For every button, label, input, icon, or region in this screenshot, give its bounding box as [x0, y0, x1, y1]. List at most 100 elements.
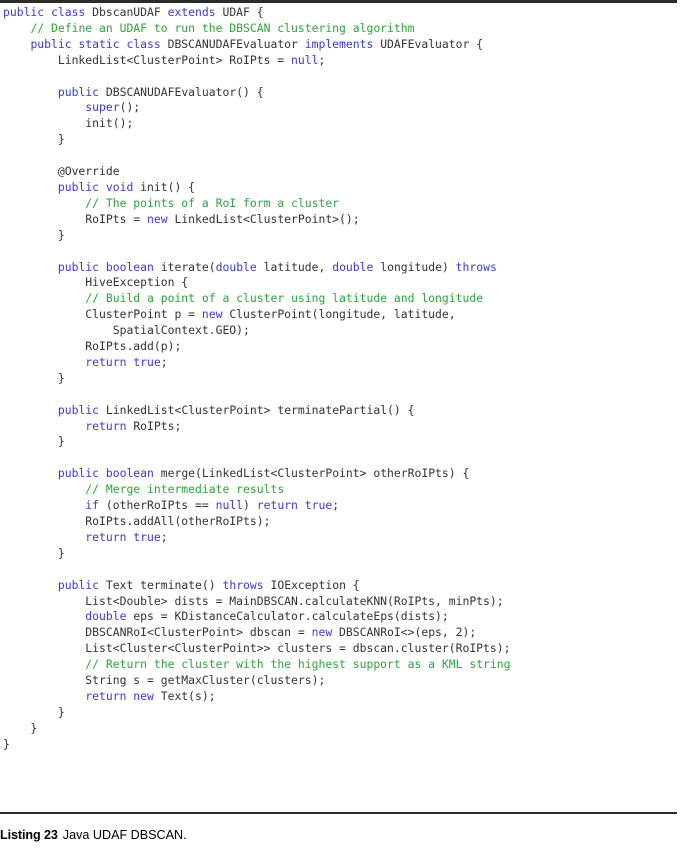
code-keyword: return true [256, 498, 333, 513]
code-keyword: new [201, 307, 230, 322]
code-line: RoIPts = new LinkedList<ClusterPoint>(); [3, 211, 360, 226]
code-line: super(); [3, 100, 140, 114]
code-line: } [3, 132, 65, 146]
listing-caption: Listing 23 Java UDAF DBSCAN. [0, 827, 677, 843]
code-line: } [3, 721, 37, 735]
code-keyword: if [85, 498, 106, 513]
code-line: public LinkedList<ClusterPoint> terminat… [3, 403, 415, 417]
code-line: // Define an UDAF to run the DBSCAN clus… [3, 21, 414, 35]
source-code: public class DbscanUDAF extends UDAF { /… [0, 3, 685, 753]
code-keyword: public boolean [57, 466, 161, 481]
code-line: } [3, 737, 10, 751]
code-text: (); [119, 100, 141, 115]
code-text: longitude) [380, 259, 456, 274]
code-text: latitude, [263, 259, 333, 274]
code-keyword: super [85, 100, 120, 115]
code-line: // Build a point of a cluster using lati… [3, 291, 483, 305]
code-line: String s = getMaxCluster(clusters); [3, 673, 325, 687]
code-text: List<Cluster<ClusterPoint>> clusters = d… [3, 641, 511, 656]
code-keyword: return new [85, 688, 161, 703]
code-text: ClusterPoint p = [3, 307, 202, 322]
code-text: List<Double> dists = MainDBSCAN.calculat… [3, 593, 504, 608]
code-line: public class DbscanUDAF extends UDAF { [3, 5, 264, 19]
code-text: RoIPts.add(p); [3, 339, 182, 354]
code-keyword: double [332, 259, 381, 274]
code-keyword: public void [57, 179, 141, 194]
code-comment: // Define an UDAF to run the DBSCAN clus… [30, 20, 415, 35]
code-line: } [3, 228, 65, 242]
code-keyword: extends [167, 5, 223, 19]
code-text: UDAF { [222, 5, 264, 19]
code-text: RoIPts = [3, 211, 148, 226]
code-line: } [3, 705, 65, 719]
code-text: SpatialContext.GEO); [3, 323, 250, 338]
code-text: (otherRoIPts == [105, 498, 216, 513]
code-text: eps = KDistanceCalculator.calculateEps(d… [133, 609, 449, 624]
code-text: DBSCANUDAFEvaluator() { [105, 84, 264, 99]
code-text: DbscanUDAF [92, 5, 168, 19]
code-text: DBSCANRoI<>(eps, 2); [339, 625, 477, 640]
code-text: } [3, 132, 65, 147]
code-line: RoIPts.addAll(otherRoIPts); [3, 514, 270, 528]
code-text: LinkedList<ClusterPoint>(); [174, 211, 360, 226]
code-line: if (otherRoIPts == null) return true; [3, 498, 339, 512]
code-text: init(); [3, 116, 134, 131]
code-line: @Override [3, 164, 120, 178]
code-keyword: implements [304, 36, 381, 51]
code-keyword: return [85, 418, 134, 433]
code-text: ; [318, 52, 326, 67]
code-text: LinkedList<ClusterPoint> terminatePartia… [105, 402, 415, 417]
code-line: return true; [3, 354, 168, 369]
code-text: ; [160, 354, 168, 369]
code-keyword: return true [85, 354, 161, 369]
code-line: // Return the cluster with the highest s… [3, 657, 510, 671]
code-line: double eps = KDistanceCalculator.calcula… [3, 609, 449, 624]
code-text: ClusterPoint(longitude, latitude, [229, 307, 456, 322]
code-text: ) [243, 498, 257, 513]
code-text: Text(s); [160, 688, 216, 703]
code-text: } [3, 704, 65, 719]
code-comment: // Build a point of a cluster using lati… [85, 291, 484, 306]
code-keyword: null [291, 52, 319, 67]
code-line: return new Text(s); [3, 688, 216, 703]
code-keyword: public class [3, 5, 93, 19]
code-keyword: public boolean [57, 259, 161, 274]
code-line: List<Double> dists = MainDBSCAN.calculat… [3, 593, 504, 608]
code-text: merge(LinkedList<ClusterPoint> otherRoIP… [160, 466, 470, 481]
listing-caption-text: Java UDAF DBSCAN. [62, 828, 187, 842]
code-comment: // Return the cluster with the highest s… [85, 657, 511, 672]
code-line: public Text terminate() throws IOExcepti… [3, 578, 360, 592]
code-text: String s = getMaxCluster(clusters); [3, 673, 326, 688]
code-text: @Override [3, 164, 120, 179]
code-text: } [3, 370, 65, 385]
code-line: public boolean iterate(double latitude, … [3, 260, 497, 274]
code-line: public void init() { [3, 180, 195, 194]
code-line: // Merge intermediate results [3, 482, 284, 496]
code-text: } [3, 720, 38, 735]
code-keyword: double [215, 259, 264, 274]
code-line: return true; [3, 529, 167, 544]
code-comment: // The points of a RoI form a cluster [85, 195, 340, 210]
code-block: public class DbscanUDAF extends UDAF { /… [0, 3, 685, 753]
code-line: public static class DBSCANUDAFEvaluator … [3, 37, 483, 51]
code-keyword: return true [85, 529, 161, 544]
code-line: SpatialContext.GEO); [3, 323, 250, 337]
code-line: List<Cluster<ClusterPoint>> clusters = d… [3, 641, 510, 655]
code-keyword: new [147, 211, 175, 226]
code-listing-figure: public class DbscanUDAF extends UDAF { /… [0, 0, 685, 850]
code-text: } [3, 434, 65, 449]
code-keyword: throws [455, 259, 497, 274]
code-line: DBSCANRoI<ClusterPoint> dbscan = new DBS… [3, 625, 476, 639]
code-text: IOException { [270, 577, 360, 592]
code-text: HiveException { [3, 275, 189, 290]
